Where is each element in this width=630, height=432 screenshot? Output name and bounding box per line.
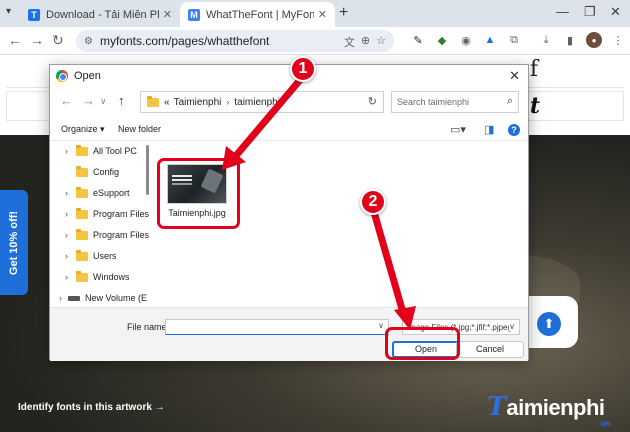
organize-button[interactable]: Organize ▾ [61,124,105,135]
arrow-right-icon: → [154,402,165,413]
navigation-pane: › All Tool PC Config › eSupport › Program F… [50,141,149,308]
extension-grammar-icon[interactable]: ◆ [434,32,450,48]
maximize-icon[interactable]: ❐ [584,4,596,20]
address-text: myfonts.com/pages/whatthefont [99,34,270,48]
minimize-icon[interactable]: — [556,4,569,19]
nav-item-new-volume[interactable]: › New Volume (E [50,288,147,308]
nav-item-program-files[interactable]: › Program Files [50,204,149,224]
folder-icon [76,207,88,219]
folder-icon [147,95,159,107]
drive-icon [68,295,80,301]
chevron-right-icon[interactable]: › [50,146,76,156]
help-icon[interactable]: ? [508,124,520,136]
breadcrumb-overflow[interactable]: « [164,97,170,108]
step-badge-1: 1 [290,56,316,82]
menu-kebab-icon[interactable]: ⋮ [610,32,626,48]
browser-toolbar: ← → ↻ ⚙ myfonts.com/pages/whatthefont 文 … [0,27,630,55]
tab-title: WhatTheFont | MyFonts' AI-Pow [206,8,314,21]
close-tab-icon[interactable]: ✕ [163,8,172,21]
myfonts-favicon-icon: M [188,8,200,21]
recent-locations-chevron-icon[interactable]: ∨ [100,96,107,107]
file-highlight-box [157,158,240,229]
dialog-title-bar: Open ✕ [50,65,528,87]
forward-icon[interactable]: → [82,93,95,108]
bookmark-star-icon[interactable]: ☆ [376,34,386,50]
open-button-highlight-box [385,327,460,360]
camera-icon[interactable]: ◉ [458,32,474,48]
scrollbar[interactable] [146,145,149,195]
tab-title: Download - Tải Miễn Phí VN - P [46,8,159,21]
site-info-icon[interactable]: ⚙ [84,36,93,47]
chevron-right-icon: › [226,97,230,107]
file-name-input[interactable]: ∨ [165,319,389,335]
avatar[interactable]: ● [586,32,602,48]
close-icon[interactable]: ✕ [509,68,520,84]
tab-search-icon[interactable]: ▾ [6,6,11,17]
tab-strip: ▾ T Download - Tải Miễn Phí VN - P ✕ M W… [0,0,630,27]
search-input[interactable]: Search taimienphi ⌕ [391,91,519,113]
nav-item-config[interactable]: Config [50,162,119,182]
chevron-right-icon[interactable]: › [50,251,76,261]
folder-icon [76,186,88,198]
view-options-icon[interactable]: ▭▾ [450,123,466,136]
chevron-down-icon[interactable]: ∨ [378,321,384,330]
address-bar[interactable]: ⚙ myfonts.com/pages/whatthefont 文 ⊕ ☆ [76,30,394,52]
nav-item-windows[interactable]: › Windows [50,267,130,287]
new-folder-button[interactable]: New folder [118,124,161,134]
refresh-icon[interactable]: ↻ [368,95,377,108]
dialog-title: Open [74,70,101,82]
side-panel-icon[interactable]: ▮ [562,32,578,48]
forward-icon[interactable]: → [30,32,44,48]
close-tab-icon[interactable]: ✕ [318,8,327,21]
chevron-right-icon[interactable]: › [50,293,68,303]
chevron-right-icon[interactable]: › [50,230,76,240]
install-icon[interactable]: ⊕ [361,34,370,50]
breadcrumb-item[interactable]: taimienphi [234,97,280,108]
tab-download[interactable]: T Download - Tải Miễn Phí VN - P ✕ [20,2,180,27]
tab-whatthefont[interactable]: M WhatTheFont | MyFonts' AI-Pow ✕ [180,2,335,27]
nav-item-program-files-x86[interactable]: › Program Files [50,225,149,245]
chevron-right-icon[interactable]: › [50,209,76,219]
cancel-button[interactable]: Cancel [456,341,524,358]
discount-side-tab[interactable]: Get 10% off! [0,190,28,295]
folder-icon [76,165,88,177]
chevron-down-icon[interactable]: ∨ [509,322,515,331]
extensions-puzzle-icon[interactable]: ⧉ [506,32,522,48]
folder-icon [76,144,88,156]
chevron-right-icon[interactable]: › [50,272,76,282]
preview-pane-icon[interactable]: ◨ [484,123,494,136]
back-icon[interactable]: ← [8,32,22,48]
extension-pen-icon[interactable]: ✎ [410,32,426,48]
translate-icon[interactable]: 文 [344,34,355,50]
back-icon[interactable]: ← [60,93,73,108]
identify-fonts-link[interactable]: Identify fonts in this artwork → [18,402,165,413]
nav-item-all-tool-pc[interactable]: › All Tool PC [50,141,137,161]
folder-icon [76,270,88,282]
sample-font-glyph: t [529,93,540,119]
close-window-icon[interactable]: ✕ [610,4,621,20]
drive-icon[interactable]: ▲ [482,32,498,48]
folder-icon [76,228,88,240]
reload-icon[interactable]: ↻ [52,32,64,49]
plus-icon[interactable]: + [339,4,348,22]
breadcrumb-item[interactable]: Taimienphi [174,97,222,108]
chevron-right-icon[interactable]: › [50,188,76,198]
file-name-label: File name: [127,322,170,332]
chrome-logo-icon [56,70,68,82]
nav-item-users[interactable]: › Users [50,246,117,266]
sample-font-glyph: f [529,57,538,82]
breadcrumb[interactable]: « Taimienphi › taimienphi ↻ [140,91,384,113]
taimienphi-logo: T aimienphi .vn [487,392,611,428]
search-icon: ⌕ [506,95,513,107]
download-icon[interactable]: ⤓ [538,32,554,48]
command-bar: Organize ▾ New folder ▭▾ ◨ ? [50,119,528,141]
step-badge-2: 2 [360,189,386,215]
nav-item-esupport[interactable]: › eSupport [50,183,130,203]
upload-icon[interactable]: ⬆ [537,312,561,336]
open-file-dialog: Open ✕ ← → ∨ ↑ « Taimienphi › taimienphi… [49,64,529,361]
folder-icon [76,249,88,261]
download-favicon-icon: T [28,8,40,21]
up-folder-icon[interactable]: ↑ [118,93,125,108]
